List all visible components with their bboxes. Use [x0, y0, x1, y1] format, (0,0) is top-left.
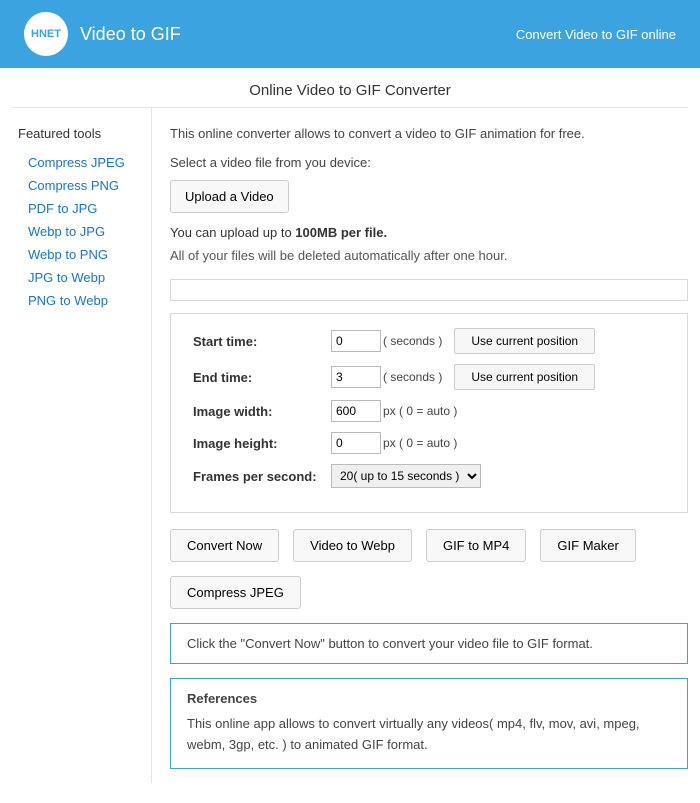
upload-video-button[interactable]: Upload a Video — [170, 180, 289, 213]
sidebar-item-compress-jpeg[interactable]: Compress JPEG — [18, 151, 143, 174]
start-time-use-position-button[interactable]: Use current position — [454, 328, 595, 354]
sidebar: Featured tools Compress JPEG Compress PN… — [12, 108, 152, 783]
row-start-time: Start time: ( seconds ) Use current posi… — [193, 328, 665, 354]
header-title: Video to GIF — [80, 24, 181, 45]
gif-maker-button[interactable]: GIF Maker — [540, 529, 635, 562]
row-image-width: Image width: px ( 0 = auto ) — [193, 400, 665, 422]
limit-bold: 100MB per file. — [295, 225, 387, 240]
unit-image-height: px ( 0 = auto ) — [383, 436, 457, 450]
action-buttons: Convert Now Video to Webp GIF to MP4 GIF… — [170, 529, 688, 609]
input-image-height[interactable] — [331, 432, 381, 454]
references-text: This online app allows to convert virtua… — [187, 714, 671, 756]
unit-end-time: ( seconds ) — [383, 370, 442, 384]
end-time-use-position-button[interactable]: Use current position — [454, 364, 595, 390]
label-image-height: Image height: — [193, 436, 331, 451]
references-box: References This online app allows to con… — [170, 678, 688, 769]
label-image-width: Image width: — [193, 404, 331, 419]
header-left: HNET Video to GIF — [24, 12, 181, 56]
file-list-box — [170, 279, 688, 301]
delete-note: All of your files will be deleted automa… — [170, 248, 688, 263]
references-title: References — [187, 691, 671, 706]
limit-prefix: You can upload up to — [170, 225, 295, 240]
compress-jpeg-button[interactable]: Compress JPEG — [170, 576, 301, 609]
label-fps: Frames per second: — [193, 469, 331, 484]
select-file-label: Select a video file from you device: — [170, 155, 688, 170]
row-end-time: End time: ( seconds ) Use current positi… — [193, 364, 665, 390]
hint-text: Click the "Convert Now" button to conver… — [187, 636, 593, 651]
row-fps: Frames per second: 20( up to 15 seconds … — [193, 464, 665, 488]
convert-now-button[interactable]: Convert Now — [170, 529, 279, 562]
header: HNET Video to GIF Convert Video to GIF o… — [0, 0, 700, 68]
sidebar-item-webp-to-jpg[interactable]: Webp to JPG — [18, 220, 143, 243]
unit-image-width: px ( 0 = auto ) — [383, 404, 457, 418]
settings-box: Start time: ( seconds ) Use current posi… — [170, 313, 688, 513]
page-title: Online Video to GIF Converter — [12, 68, 688, 108]
intro-text: This online converter allows to convert … — [170, 126, 688, 141]
hint-box: Click the "Convert Now" button to conver… — [170, 623, 688, 664]
sidebar-item-jpg-to-webp[interactable]: JPG to Webp — [18, 266, 143, 289]
upload-limit-text: You can upload up to 100MB per file. — [170, 225, 688, 240]
header-right-link[interactable]: Convert Video to GIF online — [516, 27, 676, 42]
input-start-time[interactable] — [331, 330, 381, 352]
sidebar-item-pdf-to-jpg[interactable]: PDF to JPG — [18, 197, 143, 220]
sidebar-item-png-to-webp[interactable]: PNG to Webp — [18, 289, 143, 312]
unit-start-time: ( seconds ) — [383, 334, 442, 348]
input-end-time[interactable] — [331, 366, 381, 388]
input-image-width[interactable] — [331, 400, 381, 422]
logo-icon: HNET — [24, 12, 68, 56]
sidebar-item-webp-to-png[interactable]: Webp to PNG — [18, 243, 143, 266]
gif-to-mp4-button[interactable]: GIF to MP4 — [426, 529, 526, 562]
label-end-time: End time: — [193, 370, 331, 385]
sidebar-title: Featured tools — [18, 126, 143, 141]
label-start-time: Start time: — [193, 334, 331, 349]
main-content: This online converter allows to convert … — [152, 108, 688, 783]
sidebar-item-compress-png[interactable]: Compress PNG — [18, 174, 143, 197]
select-fps[interactable]: 20( up to 15 seconds ) — [331, 464, 481, 488]
row-image-height: Image height: px ( 0 = auto ) — [193, 432, 665, 454]
video-to-webp-button[interactable]: Video to Webp — [293, 529, 412, 562]
